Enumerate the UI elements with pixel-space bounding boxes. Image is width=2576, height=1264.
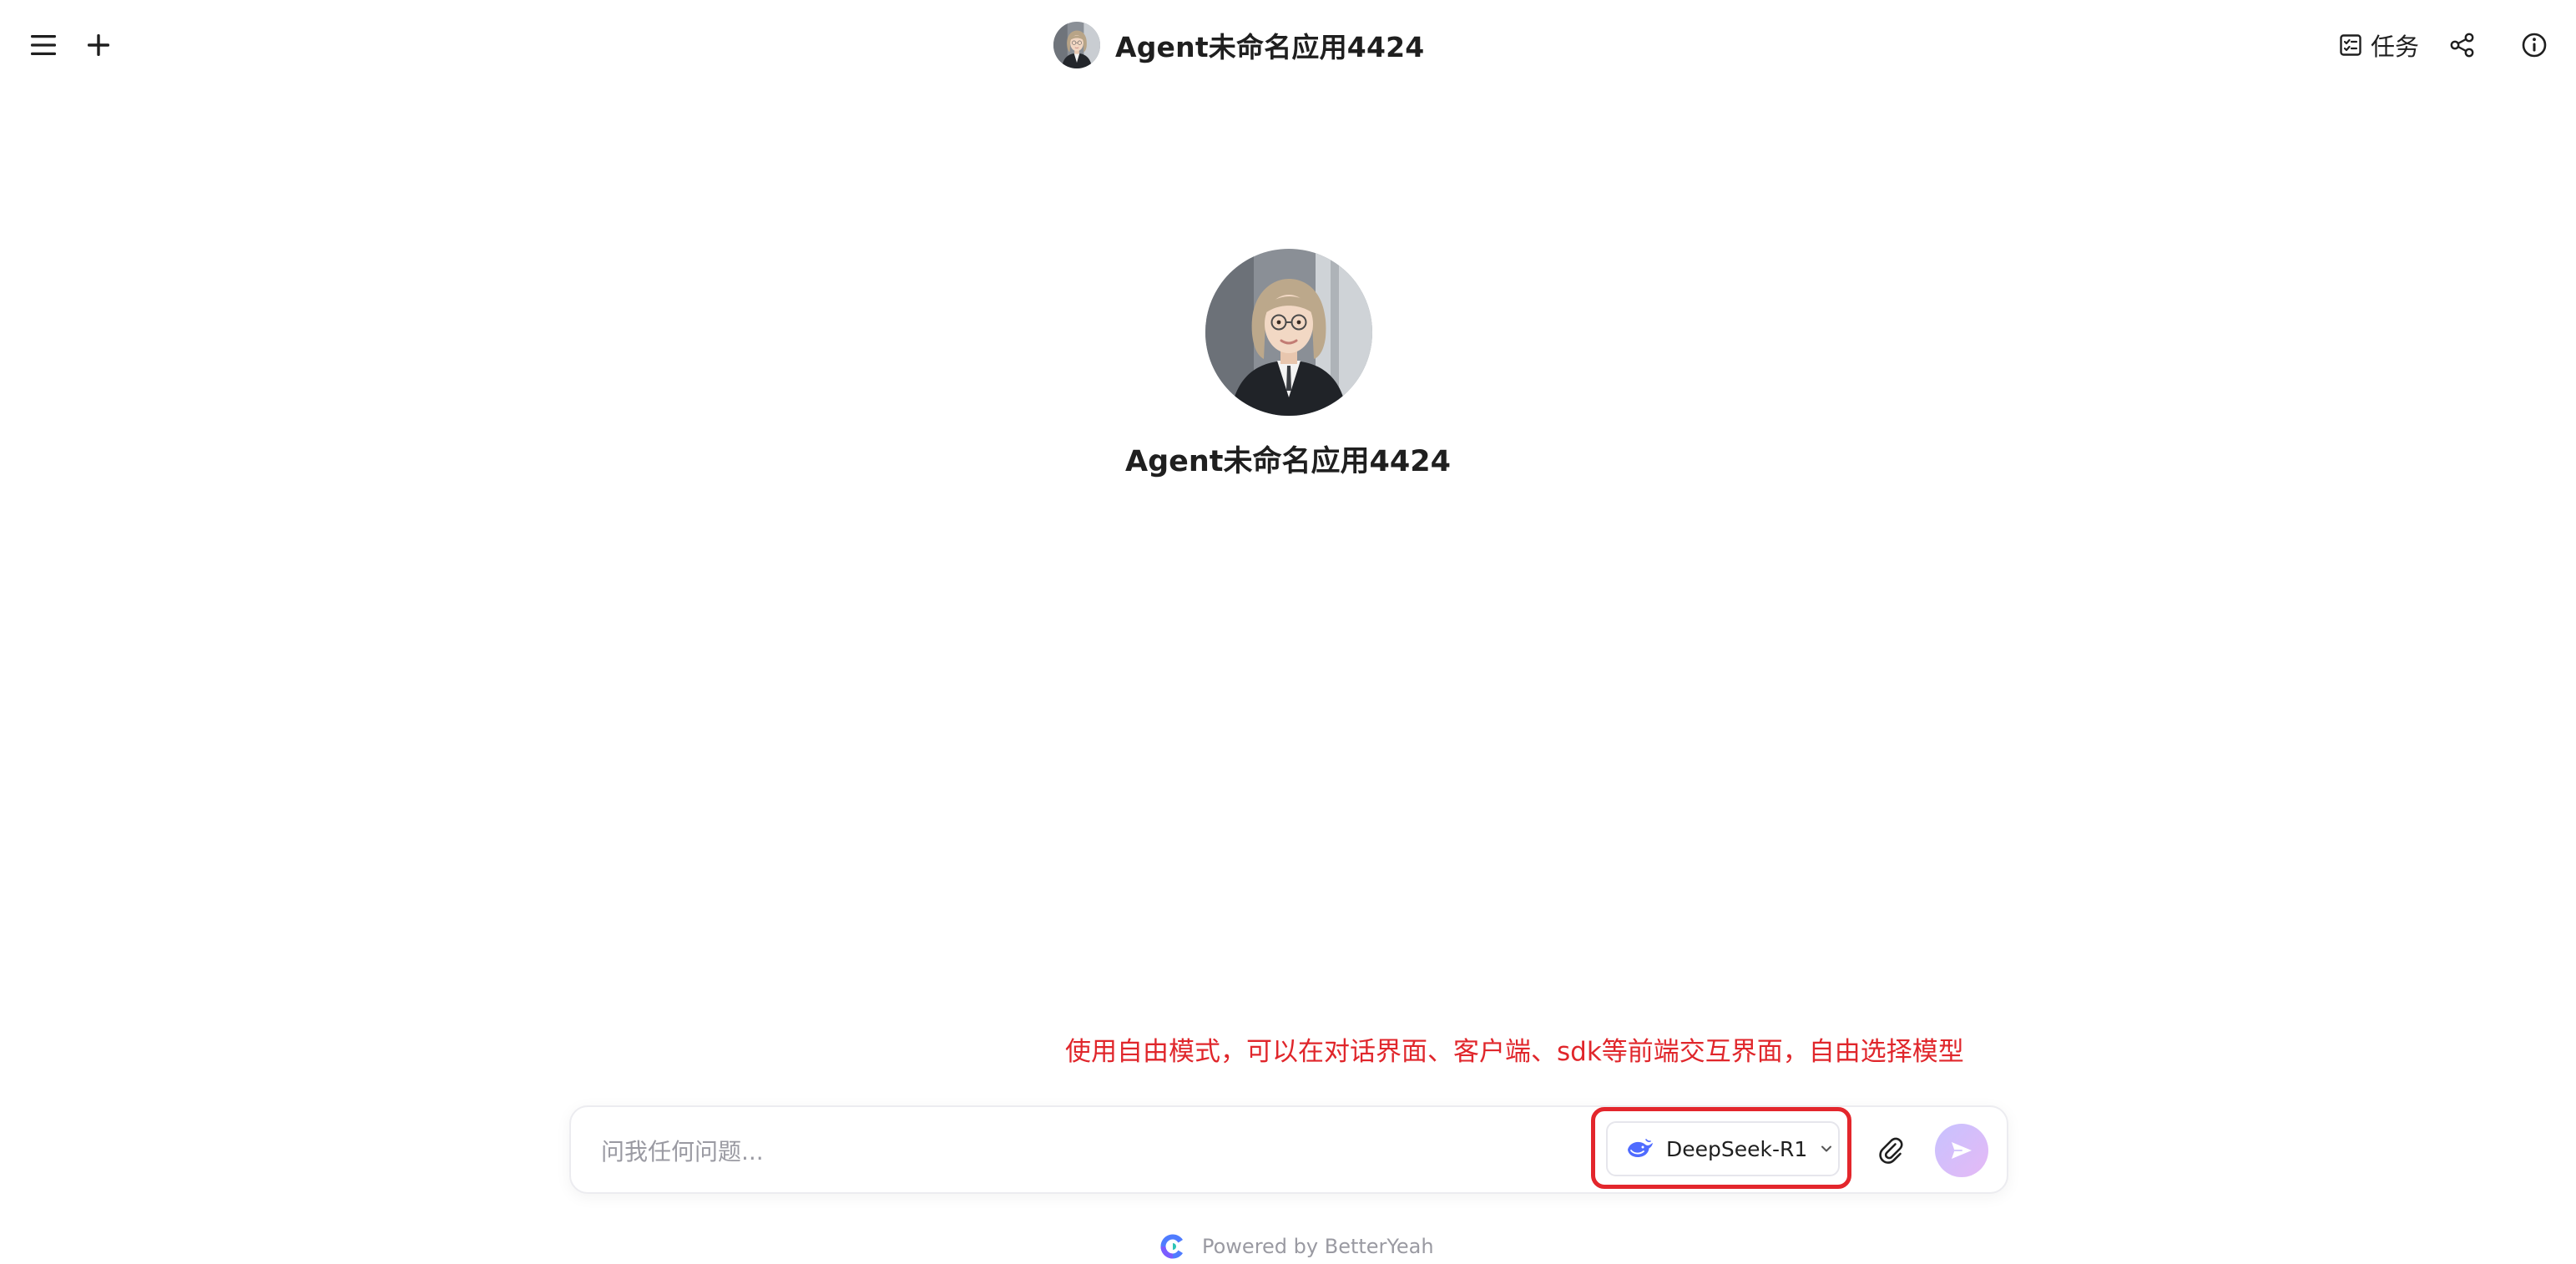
agent-avatar-image	[1053, 22, 1100, 68]
task-list-icon	[2340, 34, 2361, 56]
paperclip-icon	[1879, 1137, 1903, 1164]
deepseek-whale-icon	[1628, 1139, 1653, 1157]
attach-button[interactable]	[1868, 1127, 1915, 1174]
chat-input[interactable]	[599, 1127, 1571, 1176]
agent-name: Agent未命名应用4424	[1125, 445, 1451, 478]
powered-by-text: Powered by BetterYeah	[1202, 1235, 1434, 1258]
header-app-title: Agent未命名应用4424	[1053, 20, 1424, 70]
info-icon	[2522, 33, 2547, 58]
powered-by: Powered by BetterYeah	[1159, 1232, 1434, 1261]
menu-icon	[31, 35, 56, 55]
page-title: Agent未命名应用4424	[1115, 31, 1425, 63]
avatar	[1053, 22, 1100, 68]
model-selector-label: DeepSeek-R1	[1666, 1136, 1808, 1161]
agent-avatar-image	[1205, 249, 1372, 416]
task-button[interactable]: 任务	[2339, 25, 2419, 65]
plus-icon	[88, 34, 109, 56]
send-icon	[1952, 1142, 1972, 1159]
new-chat-button[interactable]	[78, 25, 119, 65]
share-icon	[2450, 33, 2474, 58]
betteryeah-logo-icon	[1160, 1234, 1183, 1259]
share-button[interactable]	[2442, 25, 2483, 65]
model-selector[interactable]: DeepSeek-R1	[1606, 1121, 1840, 1176]
info-button[interactable]	[2514, 25, 2554, 65]
annotation-text: 使用自由模式，可以在对话界面、客户端、sdk等前端交互界面，自由选择模型	[1065, 1037, 1964, 1067]
send-button[interactable]	[1935, 1124, 1988, 1177]
agent-avatar	[1205, 249, 1372, 416]
task-label: 任务	[2371, 33, 2420, 61]
chevron-down-icon	[1821, 1145, 1832, 1152]
app-page: Agent未命名应用4424 任务 Agent未命名应用4424 使用自由模式，…	[0, 0, 2576, 1264]
menu-button[interactable]	[23, 25, 63, 65]
